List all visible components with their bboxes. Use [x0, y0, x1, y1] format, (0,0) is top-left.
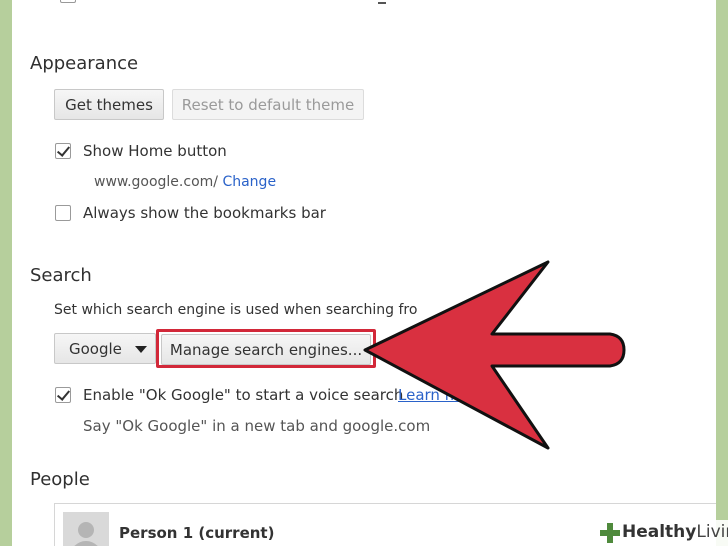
bookmarks-bar-label: Always show the bookmarks bar [83, 204, 326, 222]
get-themes-button[interactable]: Get themes [54, 89, 164, 120]
manage-search-engines-button[interactable]: Manage search engines... [161, 334, 371, 365]
clipped-text [378, 0, 386, 4]
watermark-text: HealthyLiving [622, 522, 728, 542]
settings-panel: Appearance Get themes Reset to default t… [12, 0, 716, 546]
avatar-body [70, 541, 102, 546]
avatar [63, 512, 109, 546]
search-heading: Search [30, 265, 92, 286]
ok-google-checkbox[interactable] [55, 387, 71, 403]
show-home-checkbox[interactable] [55, 143, 71, 159]
people-heading: People [30, 469, 90, 490]
show-home-label: Show Home button [83, 142, 227, 160]
watermark-part-a: Healthy [622, 522, 697, 542]
plus-bar-vertical [607, 523, 613, 543]
avatar-head [78, 522, 94, 538]
home-url-row: www.google.com/ Change [94, 174, 276, 190]
ok-google-hint: Say "Ok Google" in a new tab and google.… [83, 417, 431, 435]
reset-theme-button[interactable]: Reset to default theme [172, 89, 364, 120]
change-home-link[interactable]: Change [222, 174, 276, 190]
search-engine-value: Google [69, 340, 122, 358]
watermark: HealthyLiving [594, 520, 728, 546]
checkmark-icon [56, 143, 71, 157]
learn-more-link[interactable]: Learn mo [398, 386, 468, 404]
ok-google-label: Enable "Ok Google" to start a voice sear… [83, 386, 404, 404]
clipped-previous-row [54, 0, 404, 8]
bookmarks-bar-checkbox[interactable] [55, 205, 71, 221]
clipped-checkbox [60, 0, 76, 3]
person-name: Person 1 (current) [119, 524, 275, 542]
plus-icon [600, 523, 620, 543]
checkmark-icon [56, 387, 71, 401]
chevron-down-icon [135, 346, 147, 353]
home-url: www.google.com/ [94, 174, 218, 190]
watermark-part-b: Living [696, 522, 728, 542]
search-engine-select[interactable]: Google [54, 333, 156, 364]
search-description: Set which search engine is used when sea… [54, 302, 418, 318]
appearance-heading: Appearance [30, 53, 139, 74]
